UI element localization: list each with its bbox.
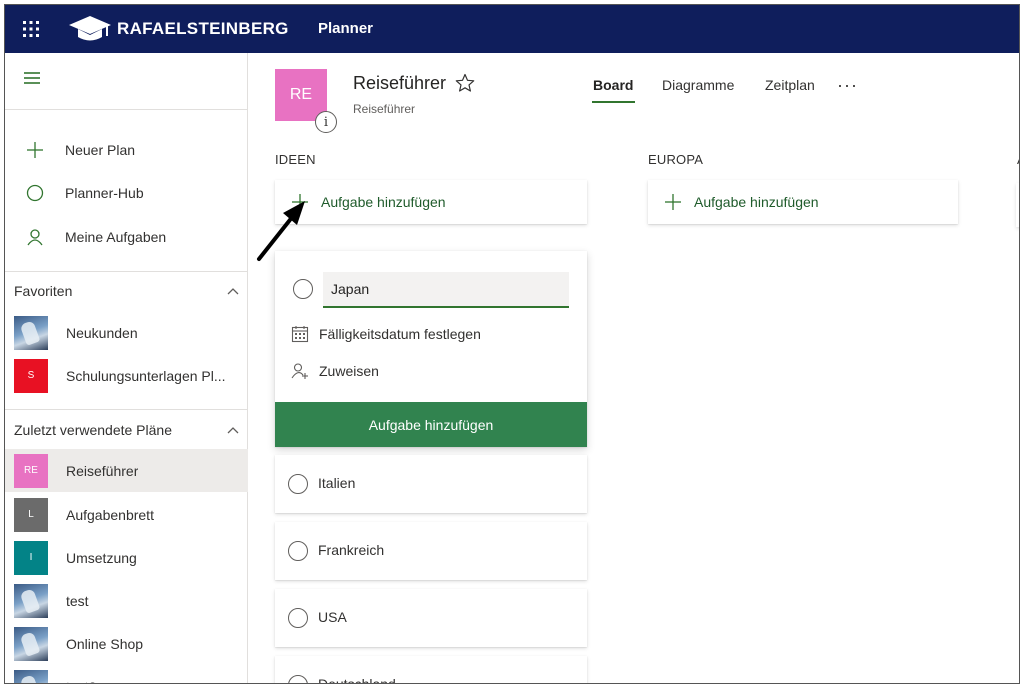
sidebar-plan-item[interactable]: Neukunden [5,311,248,354]
add-task-label: Aufgabe hinzufügen [694,194,819,210]
plan-avatar [14,669,48,683]
plan-label: Online Shop [66,635,144,652]
plan-label: Schulungsunterlagen Pl... [66,367,226,384]
task-card[interactable]: Italien [275,455,587,513]
sidebar-plan-item[interactable]: test2 [5,665,248,684]
plan-avatar [14,315,48,350]
sidebar-divider [5,109,248,110]
page-title[interactable]: Reiseführer [353,73,446,94]
task-title: Italien [318,475,356,491]
plan-subtitle: Reiseführer [353,102,416,116]
app-name[interactable]: Planner [318,20,373,37]
set-due-date-button[interactable]: Fälligkeitsdatum festlegen [291,325,481,343]
hamburger-menu-icon[interactable] [23,71,41,85]
sidebar-divider [5,409,248,410]
star-icon[interactable] [455,73,475,93]
add-task-label: Aufgabe hinzufügen [321,194,446,210]
assign-label: Zuweisen [319,363,379,379]
plan-tile: S [14,358,48,393]
calendar-icon [291,326,309,343]
assign-button[interactable]: Zuweisen [291,362,379,380]
app-launcher-icon[interactable] [19,17,43,41]
section-title: Favoriten [14,283,73,299]
plan-avatar [14,583,48,618]
bucket-title[interactable]: EUROPA [648,152,703,167]
new-task-card: Fälligkeitsdatum festlegen Zuweisen Aufg… [275,251,587,447]
plan-label: Umsetzung [66,549,137,566]
bucket-title[interactable]: IDEEN [275,152,316,167]
task-card[interactable]: Deutschland [275,656,587,684]
due-date-label: Fälligkeitsdatum festlegen [319,326,481,342]
bucket-title[interactable]: A [1017,152,1019,167]
task-title: USA [318,609,347,625]
complete-circle-icon[interactable] [288,541,308,561]
sidebar-item-new-plan[interactable]: Neuer Plan [5,129,248,171]
task-title: Frankreich [318,542,385,558]
add-task-button[interactable]: Aufgabe hinzufügen [275,180,587,224]
plan-label: Neukunden [66,324,138,341]
active-tab-indicator [592,101,635,103]
task-card[interactable]: USA [275,589,587,647]
plan-label: Reiseführer [66,462,139,479]
task-title: Deutschland [318,676,396,684]
sidebar-item-my-tasks[interactable]: Meine Aufgaben [5,216,248,258]
sidebar-plan-item[interactable]: I Umsetzung [5,536,248,579]
add-task-button[interactable]: Aufgabe hinzufügen [648,180,958,224]
info-icon[interactable]: i [315,111,337,133]
tab-zeitplan[interactable]: Zeitplan [765,77,815,93]
tab-diagramme[interactable]: Diagramme [662,77,734,93]
sidebar-plan-item[interactable]: S Schulungsunterlagen Pl... [5,354,248,397]
recent-plans-section-header[interactable]: Zuletzt verwendete Pläne [5,415,248,445]
annotation-arrow-icon [253,199,309,265]
circle-icon [5,184,65,202]
plan-label: Aufgabenbrett [66,506,154,523]
sidebar-item-label: Planner-Hub [65,185,144,201]
plan-label: test2 [66,679,96,684]
chevron-up-icon[interactable] [226,284,240,298]
sidebar-item-label: Meine Aufgaben [65,229,167,245]
submit-add-task-button[interactable]: Aufgabe hinzufügen [275,402,587,447]
sidebar-item-planner-hub[interactable]: Planner-Hub [5,172,248,214]
plus-icon [665,194,681,210]
more-options-icon[interactable]: ··· [837,75,858,96]
complete-circle-icon[interactable] [288,675,308,683]
task-card[interactable]: Frankreich [275,522,587,580]
sidebar-plan-item[interactable]: L Aufgabenbrett [5,493,248,536]
add-person-icon [291,363,308,379]
tab-board[interactable]: Board [593,77,633,93]
favorites-section-header[interactable]: Favoriten [5,276,248,306]
sidebar-plan-item-active[interactable]: RE Reiseführer [5,449,248,492]
plus-icon [5,141,65,159]
chevron-up-icon[interactable] [226,423,240,437]
plan-tile: L [14,497,48,532]
brand-name[interactable]: RAFAELSTEINBERG [117,19,289,39]
app-window: RAFAELSTEINBERG Planner Neuer Plan Plann… [4,4,1020,684]
sidebar-item-label: Neuer Plan [65,142,136,158]
sidebar-plan-item[interactable]: test [5,579,248,622]
plan-tile: RE [14,453,48,488]
plan-label: test [66,592,89,609]
complete-circle-icon[interactable] [293,279,313,299]
section-title: Zuletzt verwendete Pläne [14,422,172,438]
sidebar-divider [5,271,248,272]
task-title-input[interactable] [323,272,569,308]
graduation-cap-logo-icon[interactable] [67,14,113,44]
plan-tile: I [14,540,48,575]
complete-circle-icon[interactable] [288,608,308,628]
add-task-button[interactable] [1016,183,1019,227]
person-icon [5,228,65,246]
sidebar: Neuer Plan Planner-Hub Meine Aufgaben Fa… [5,53,248,684]
complete-circle-icon[interactable] [288,474,308,494]
sidebar-plan-item[interactable]: Online Shop [5,622,248,665]
plan-avatar [14,626,48,661]
top-bar: RAFAELSTEINBERG Planner [5,5,1019,53]
